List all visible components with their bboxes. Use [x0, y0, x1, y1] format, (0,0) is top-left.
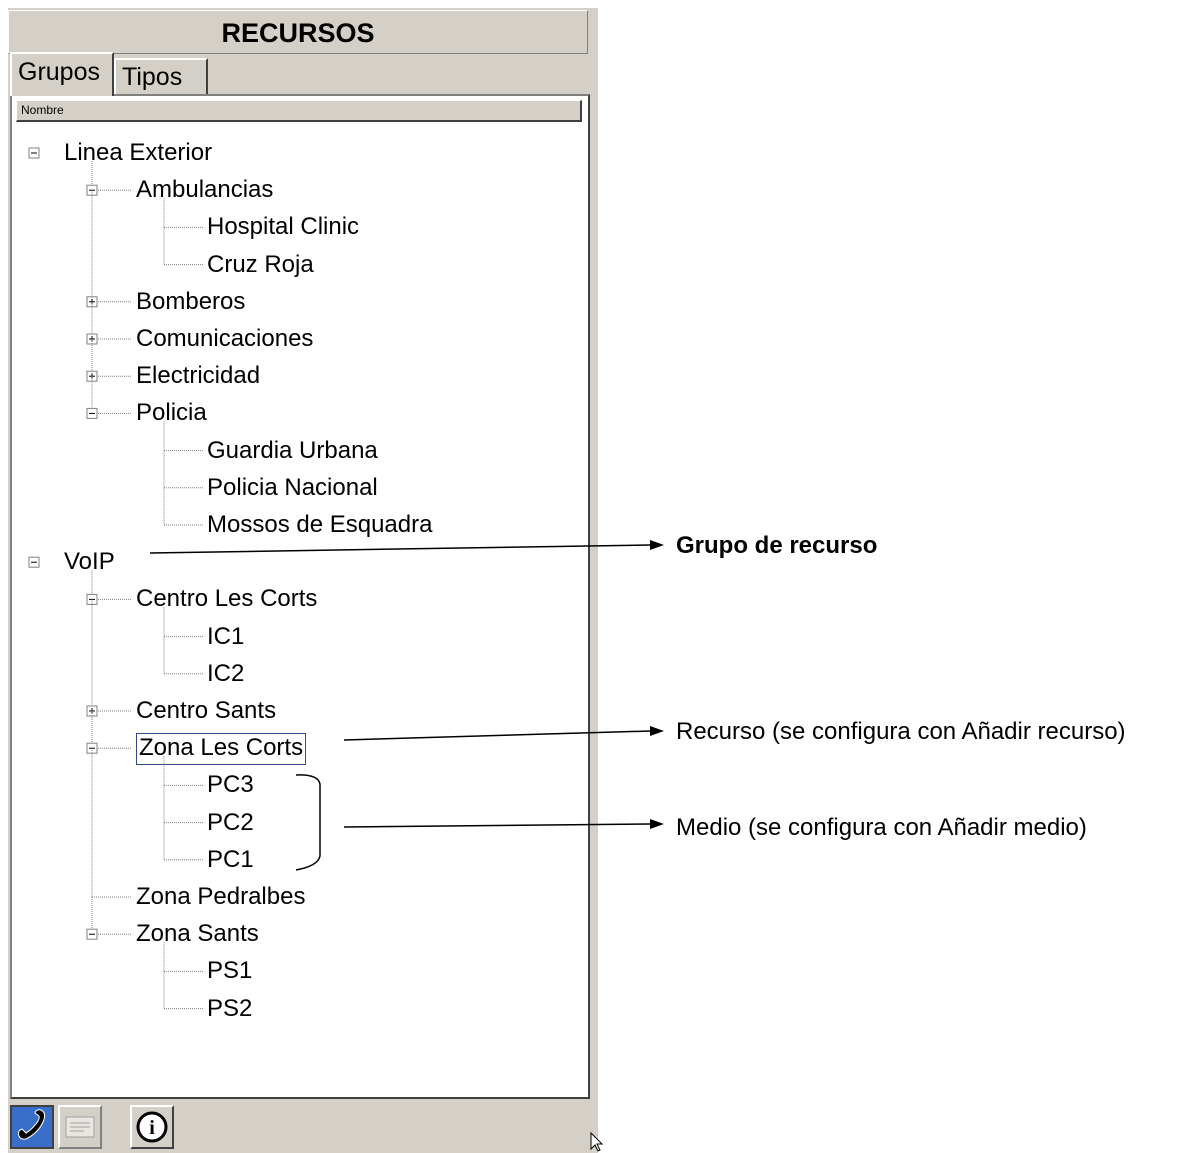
annotation-resource: Recurso (se configura con Añadir recurso… — [676, 718, 1126, 745]
arrow-medium — [343, 823, 651, 828]
annotation-arrows — [149, 540, 664, 871]
bracket-media — [295, 774, 321, 871]
tab-grupos[interactable]: Grupos — [10, 52, 114, 96]
arrowhead-medium — [650, 819, 664, 829]
arrowhead-group — [650, 540, 664, 550]
annotation-medium: Medio (se configura con Añadir medio) — [676, 814, 1087, 841]
arrow-group — [149, 544, 651, 554]
annotation-group: Grupo de recurso — [676, 532, 878, 559]
arrowhead-resource — [650, 726, 664, 736]
arrow-resource — [343, 730, 651, 741]
